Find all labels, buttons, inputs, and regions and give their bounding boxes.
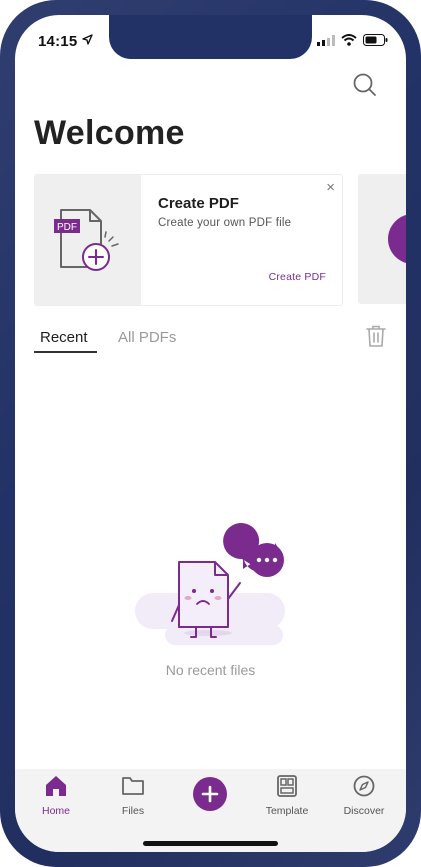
home-indicator: [143, 841, 278, 846]
nav-files-label: Files: [121, 805, 145, 817]
wifi-icon: [341, 34, 357, 46]
tab-active-indicator: [34, 351, 97, 353]
cellular-signal-icon: [317, 34, 335, 46]
plus-icon: [201, 785, 219, 803]
card-title: Create PDF: [158, 195, 239, 212]
card-illustration: PDF: [35, 175, 141, 305]
empty-state-illustration: [135, 523, 285, 645]
compass-icon: [353, 775, 375, 797]
close-icon[interactable]: ×: [326, 179, 335, 196]
card-subtitle: Create your own PDF file: [158, 217, 292, 229]
nav-discover-label: Discover: [343, 805, 385, 817]
create-pdf-icon: PDF: [54, 209, 119, 271]
tab-all-pdfs[interactable]: All PDFs: [118, 329, 176, 346]
tab-recent[interactable]: Recent: [40, 329, 88, 346]
nav-home-label: Home: [41, 805, 70, 817]
location-arrow-icon: [82, 34, 93, 45]
battery-icon: [363, 34, 388, 46]
empty-state-text: No recent files: [165, 662, 256, 678]
status-icons: [317, 34, 388, 46]
template-icon: [277, 775, 297, 797]
app-screen: 14:15 Welcome PDF Create PDF Create your…: [15, 15, 406, 852]
status-time: 14:15: [38, 33, 78, 50]
bottom-tab-bar: Home Files Template Discover: [15, 769, 406, 852]
nav-home[interactable]: Home: [21, 775, 91, 817]
create-pdf-card[interactable]: PDF Create PDF Create your own PDF file …: [34, 174, 343, 306]
home-icon: [46, 776, 66, 796]
folder-icon: [122, 777, 144, 795]
search-icon[interactable]: [352, 72, 378, 98]
device-notch: [109, 15, 312, 59]
next-card-icon: [388, 214, 406, 264]
phone-frame: 14:15 Welcome PDF Create PDF Create your…: [0, 0, 421, 867]
pdf-icon-label: PDF: [57, 222, 77, 233]
nav-template[interactable]: Template: [252, 775, 322, 817]
trash-icon[interactable]: [366, 325, 386, 347]
create-pdf-link[interactable]: Create PDF: [269, 271, 326, 283]
page-title: Welcome: [34, 114, 185, 152]
nav-template-label: Template: [265, 805, 309, 817]
nav-discover[interactable]: Discover: [329, 775, 399, 817]
nav-files[interactable]: Files: [98, 775, 168, 817]
add-button[interactable]: [193, 777, 227, 811]
next-card[interactable]: [358, 174, 406, 304]
